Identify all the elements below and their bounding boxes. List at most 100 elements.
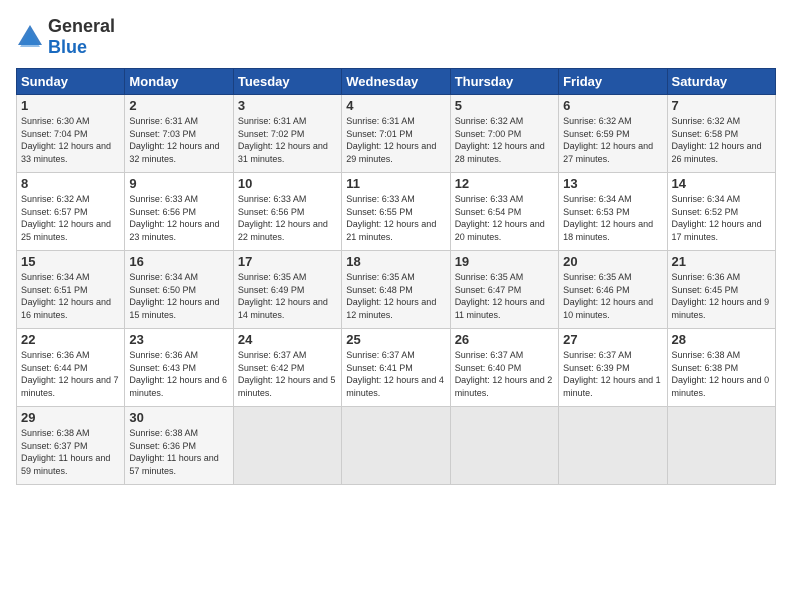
- day-number: 23: [129, 332, 228, 347]
- day-info: Sunrise: 6:38 AM Sunset: 6:36 PM Dayligh…: [129, 427, 228, 477]
- day-number: 26: [455, 332, 554, 347]
- day-info: Sunrise: 6:32 AM Sunset: 7:00 PM Dayligh…: [455, 115, 554, 165]
- day-info: Sunrise: 6:31 AM Sunset: 7:01 PM Dayligh…: [346, 115, 445, 165]
- day-number: 28: [672, 332, 771, 347]
- day-number: 6: [563, 98, 662, 113]
- day-number: 17: [238, 254, 337, 269]
- day-header-saturday: Saturday: [667, 69, 775, 95]
- day-number: 25: [346, 332, 445, 347]
- calendar-cell: 11 Sunrise: 6:33 AM Sunset: 6:55 PM Dayl…: [342, 173, 450, 251]
- day-number: 19: [455, 254, 554, 269]
- logo-blue-text: Blue: [48, 37, 87, 57]
- day-number: 13: [563, 176, 662, 191]
- day-info: Sunrise: 6:35 AM Sunset: 6:47 PM Dayligh…: [455, 271, 554, 321]
- day-number: 20: [563, 254, 662, 269]
- day-info: Sunrise: 6:36 AM Sunset: 6:44 PM Dayligh…: [21, 349, 120, 399]
- calendar-cell: 1 Sunrise: 6:30 AM Sunset: 7:04 PM Dayli…: [17, 95, 125, 173]
- day-header-tuesday: Tuesday: [233, 69, 341, 95]
- calendar-cell: 19 Sunrise: 6:35 AM Sunset: 6:47 PM Dayl…: [450, 251, 558, 329]
- calendar-cell: 13 Sunrise: 6:34 AM Sunset: 6:53 PM Dayl…: [559, 173, 667, 251]
- day-header-wednesday: Wednesday: [342, 69, 450, 95]
- day-info: Sunrise: 6:36 AM Sunset: 6:43 PM Dayligh…: [129, 349, 228, 399]
- calendar-cell: 28 Sunrise: 6:38 AM Sunset: 6:38 PM Dayl…: [667, 329, 775, 407]
- calendar-cell: 20 Sunrise: 6:35 AM Sunset: 6:46 PM Dayl…: [559, 251, 667, 329]
- day-number: 12: [455, 176, 554, 191]
- day-info: Sunrise: 6:33 AM Sunset: 6:56 PM Dayligh…: [129, 193, 228, 243]
- calendar-cell: 15 Sunrise: 6:34 AM Sunset: 6:51 PM Dayl…: [17, 251, 125, 329]
- calendar-cell: 30 Sunrise: 6:38 AM Sunset: 6:36 PM Dayl…: [125, 407, 233, 485]
- day-header-thursday: Thursday: [450, 69, 558, 95]
- day-info: Sunrise: 6:38 AM Sunset: 6:38 PM Dayligh…: [672, 349, 771, 399]
- day-info: Sunrise: 6:36 AM Sunset: 6:45 PM Dayligh…: [672, 271, 771, 321]
- day-info: Sunrise: 6:37 AM Sunset: 6:42 PM Dayligh…: [238, 349, 337, 399]
- day-info: Sunrise: 6:32 AM Sunset: 6:59 PM Dayligh…: [563, 115, 662, 165]
- calendar-cell: [450, 407, 558, 485]
- calendar-cell: 5 Sunrise: 6:32 AM Sunset: 7:00 PM Dayli…: [450, 95, 558, 173]
- calendar-cell: [667, 407, 775, 485]
- calendar-cell: 3 Sunrise: 6:31 AM Sunset: 7:02 PM Dayli…: [233, 95, 341, 173]
- day-info: Sunrise: 6:37 AM Sunset: 6:41 PM Dayligh…: [346, 349, 445, 399]
- calendar-cell: 18 Sunrise: 6:35 AM Sunset: 6:48 PM Dayl…: [342, 251, 450, 329]
- day-number: 14: [672, 176, 771, 191]
- day-info: Sunrise: 6:32 AM Sunset: 6:57 PM Dayligh…: [21, 193, 120, 243]
- day-number: 30: [129, 410, 228, 425]
- day-number: 21: [672, 254, 771, 269]
- calendar-cell: 7 Sunrise: 6:32 AM Sunset: 6:58 PM Dayli…: [667, 95, 775, 173]
- calendar-cell: 26 Sunrise: 6:37 AM Sunset: 6:40 PM Dayl…: [450, 329, 558, 407]
- day-info: Sunrise: 6:33 AM Sunset: 6:56 PM Dayligh…: [238, 193, 337, 243]
- day-info: Sunrise: 6:34 AM Sunset: 6:50 PM Dayligh…: [129, 271, 228, 321]
- day-info: Sunrise: 6:34 AM Sunset: 6:52 PM Dayligh…: [672, 193, 771, 243]
- calendar-cell: 12 Sunrise: 6:33 AM Sunset: 6:54 PM Dayl…: [450, 173, 558, 251]
- logo: General Blue: [16, 16, 115, 58]
- day-number: 1: [21, 98, 120, 113]
- day-info: Sunrise: 6:33 AM Sunset: 6:54 PM Dayligh…: [455, 193, 554, 243]
- day-number: 27: [563, 332, 662, 347]
- day-number: 15: [21, 254, 120, 269]
- day-info: Sunrise: 6:37 AM Sunset: 6:40 PM Dayligh…: [455, 349, 554, 399]
- day-number: 11: [346, 176, 445, 191]
- day-header-sunday: Sunday: [17, 69, 125, 95]
- day-info: Sunrise: 6:38 AM Sunset: 6:37 PM Dayligh…: [21, 427, 120, 477]
- calendar-cell: 6 Sunrise: 6:32 AM Sunset: 6:59 PM Dayli…: [559, 95, 667, 173]
- day-number: 24: [238, 332, 337, 347]
- day-number: 2: [129, 98, 228, 113]
- day-number: 18: [346, 254, 445, 269]
- calendar-cell: [559, 407, 667, 485]
- calendar-cell: 2 Sunrise: 6:31 AM Sunset: 7:03 PM Dayli…: [125, 95, 233, 173]
- calendar-cell: 23 Sunrise: 6:36 AM Sunset: 6:43 PM Dayl…: [125, 329, 233, 407]
- day-number: 7: [672, 98, 771, 113]
- day-number: 4: [346, 98, 445, 113]
- calendar-cell: 24 Sunrise: 6:37 AM Sunset: 6:42 PM Dayl…: [233, 329, 341, 407]
- day-info: Sunrise: 6:30 AM Sunset: 7:04 PM Dayligh…: [21, 115, 120, 165]
- day-info: Sunrise: 6:35 AM Sunset: 6:49 PM Dayligh…: [238, 271, 337, 321]
- day-info: Sunrise: 6:32 AM Sunset: 6:58 PM Dayligh…: [672, 115, 771, 165]
- day-number: 9: [129, 176, 228, 191]
- day-header-monday: Monday: [125, 69, 233, 95]
- calendar-cell: 29 Sunrise: 6:38 AM Sunset: 6:37 PM Dayl…: [17, 407, 125, 485]
- day-info: Sunrise: 6:34 AM Sunset: 6:53 PM Dayligh…: [563, 193, 662, 243]
- day-number: 16: [129, 254, 228, 269]
- day-info: Sunrise: 6:35 AM Sunset: 6:48 PM Dayligh…: [346, 271, 445, 321]
- day-info: Sunrise: 6:34 AM Sunset: 6:51 PM Dayligh…: [21, 271, 120, 321]
- logo-icon: [16, 23, 44, 51]
- day-number: 3: [238, 98, 337, 113]
- calendar-cell: 10 Sunrise: 6:33 AM Sunset: 6:56 PM Dayl…: [233, 173, 341, 251]
- calendar-cell: 22 Sunrise: 6:36 AM Sunset: 6:44 PM Dayl…: [17, 329, 125, 407]
- calendar-cell: 14 Sunrise: 6:34 AM Sunset: 6:52 PM Dayl…: [667, 173, 775, 251]
- day-info: Sunrise: 6:31 AM Sunset: 7:02 PM Dayligh…: [238, 115, 337, 165]
- calendar-cell: 25 Sunrise: 6:37 AM Sunset: 6:41 PM Dayl…: [342, 329, 450, 407]
- calendar-cell: 16 Sunrise: 6:34 AM Sunset: 6:50 PM Dayl…: [125, 251, 233, 329]
- day-number: 8: [21, 176, 120, 191]
- calendar-cell: 27 Sunrise: 6:37 AM Sunset: 6:39 PM Dayl…: [559, 329, 667, 407]
- day-number: 22: [21, 332, 120, 347]
- day-info: Sunrise: 6:31 AM Sunset: 7:03 PM Dayligh…: [129, 115, 228, 165]
- day-number: 5: [455, 98, 554, 113]
- day-info: Sunrise: 6:33 AM Sunset: 6:55 PM Dayligh…: [346, 193, 445, 243]
- calendar-cell: 8 Sunrise: 6:32 AM Sunset: 6:57 PM Dayli…: [17, 173, 125, 251]
- calendar-cell: 4 Sunrise: 6:31 AM Sunset: 7:01 PM Dayli…: [342, 95, 450, 173]
- calendar-cell: 21 Sunrise: 6:36 AM Sunset: 6:45 PM Dayl…: [667, 251, 775, 329]
- day-info: Sunrise: 6:37 AM Sunset: 6:39 PM Dayligh…: [563, 349, 662, 399]
- calendar-cell: [233, 407, 341, 485]
- logo-general-text: General: [48, 16, 115, 36]
- day-header-friday: Friday: [559, 69, 667, 95]
